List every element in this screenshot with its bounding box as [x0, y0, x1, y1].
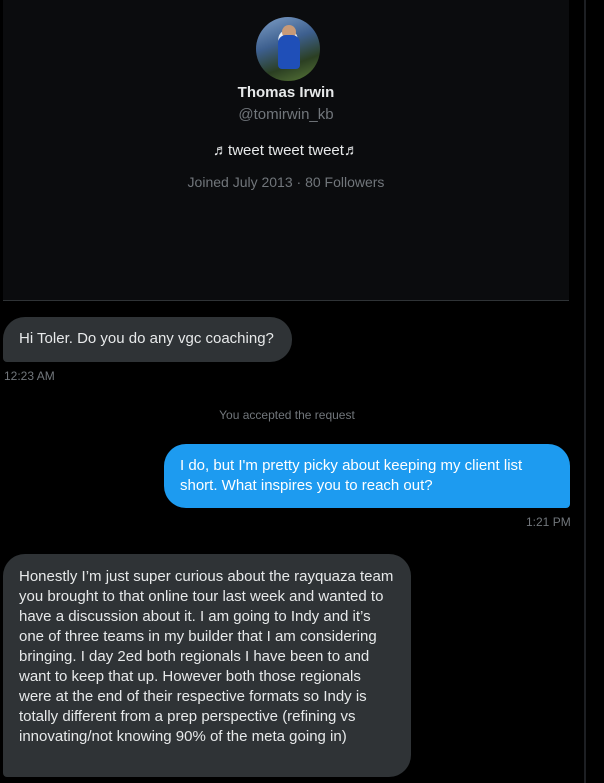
profile-handle: @tomirwin_kb — [238, 106, 334, 123]
profile-name[interactable]: Thomas Irwin — [3, 84, 569, 101]
message-bubble-received[interactable]: Hi Toler. Do you do any vgc coaching? — [3, 317, 292, 362]
avatar-figure — [278, 35, 300, 69]
system-note: You accepted the request — [219, 408, 355, 422]
message-timestamp: 12:23 AM — [4, 369, 55, 383]
scrollbar[interactable] — [584, 0, 586, 783]
profile-card[interactable]: Thomas Irwin @tomirwin_kb ♬tweet tweet t… — [3, 0, 569, 301]
message-timestamp: 1:21 PM — [526, 515, 571, 529]
message-bubble-sent[interactable]: I do, but I'm pretty picky about keeping… — [164, 444, 570, 508]
profile-joined: Joined July 2013 · 80 Followers — [187, 174, 385, 190]
message-bubble-received[interactable]: Honestly I’m just super curious about th… — [3, 554, 411, 777]
profile-bio: ♬tweet tweet tweet♬ — [213, 142, 359, 159]
avatar[interactable] — [256, 17, 320, 81]
